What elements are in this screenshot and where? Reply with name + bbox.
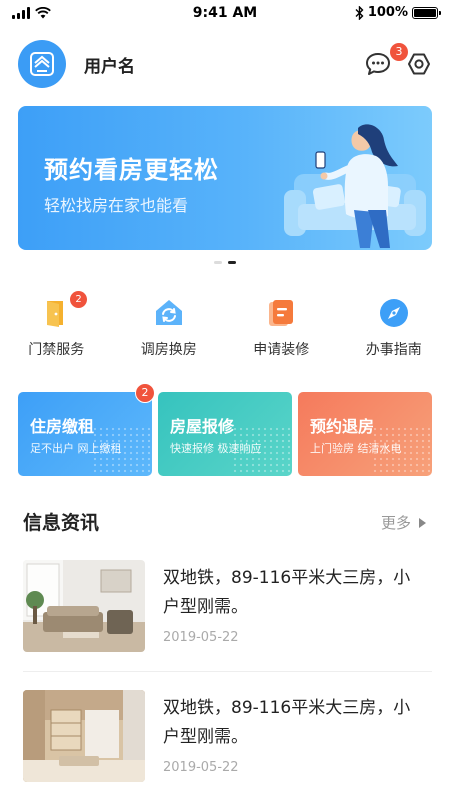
news-date: 2019-05-22 bbox=[163, 630, 239, 645]
card-title: 住房缴租 bbox=[30, 417, 95, 436]
service-label: 办事指南 bbox=[365, 342, 422, 358]
status-right: 100% bbox=[355, 5, 441, 20]
repair-request-card[interactable]: 房屋报修 快速报修 极速响应 bbox=[158, 392, 292, 476]
checkout-booking-card[interactable]: 预约退房 上门验房 结清水电 bbox=[298, 392, 432, 476]
header: 用户名 3 bbox=[18, 38, 432, 88]
news-headline: 双地铁，89-116平米大三房，小户型刚需。 bbox=[163, 568, 411, 617]
bluetooth-icon bbox=[355, 5, 364, 20]
door-icon bbox=[47, 301, 64, 327]
service-label: 申请装修 bbox=[253, 342, 310, 358]
banner-pagination bbox=[0, 261, 450, 264]
service-renovation[interactable]: 申请装修 bbox=[225, 297, 338, 359]
settings-icon bbox=[408, 53, 430, 75]
news-item[interactable]: 双地铁，89-116平米大三房，小户型刚需。 2019-05-22 bbox=[23, 560, 432, 655]
card-subtitle: 足不出户 网上缴租 bbox=[30, 442, 122, 455]
rent-payment-card[interactable]: 住房缴租 足不出户 网上缴租 bbox=[18, 392, 152, 476]
banner-title: 预约看房更轻松 bbox=[44, 156, 219, 184]
news-thumbnail bbox=[23, 690, 145, 782]
more-label: 更多 bbox=[380, 514, 411, 532]
study-room-image bbox=[23, 690, 145, 782]
news-section-header: 信息资讯 更多 bbox=[23, 508, 432, 536]
avatar[interactable] bbox=[18, 40, 66, 88]
chat-icon bbox=[366, 53, 390, 75]
building-logo-icon bbox=[30, 52, 54, 76]
battery-icon bbox=[412, 6, 441, 19]
news-date: 2019-05-22 bbox=[163, 760, 239, 775]
username[interactable]: 用户名 bbox=[84, 52, 135, 77]
service-badge: 2 bbox=[70, 291, 87, 308]
banner-subtitle: 轻松找房在家也能看 bbox=[44, 196, 189, 215]
living-room-image bbox=[23, 560, 145, 652]
feature-cards: 住房缴租 足不出户 网上缴租 房屋报修 快速报修 极速响应 预约退房 上门验房 … bbox=[18, 383, 432, 476]
service-label: 门禁服务 bbox=[28, 342, 85, 358]
pagination-dot-active[interactable] bbox=[228, 261, 236, 264]
status-bar: 9:41 AM 100% bbox=[0, 0, 450, 28]
news-item[interactable]: 双地铁，89-116平米大三房，小户型刚需。 2019-05-22 bbox=[23, 690, 432, 785]
more-link[interactable]: 更多 bbox=[381, 512, 426, 533]
service-label: 调房换房 bbox=[140, 342, 197, 358]
renovation-icon bbox=[269, 300, 294, 326]
compass-icon bbox=[379, 299, 408, 327]
messages-button[interactable] bbox=[364, 50, 392, 78]
pagination-dot[interactable] bbox=[214, 261, 222, 264]
promo-banner[interactable]: 预约看房更轻松 轻松找房在家也能看 bbox=[18, 106, 432, 250]
news-thumbnail bbox=[23, 560, 145, 652]
card-title: 房屋报修 bbox=[170, 417, 235, 436]
divider bbox=[23, 671, 432, 672]
banner-illustration bbox=[284, 124, 426, 248]
service-room-swap[interactable]: 调房换房 bbox=[113, 297, 226, 359]
card-subtitle: 上门验房 结清水电 bbox=[310, 442, 402, 455]
card-title: 预约退房 bbox=[310, 417, 375, 436]
section-title: 信息资讯 bbox=[23, 512, 100, 534]
settings-button[interactable] bbox=[406, 51, 432, 77]
rent-card-badge: 2 bbox=[135, 383, 155, 403]
quick-services: 2 门禁服务 调房换房 申请装修 办事指南 bbox=[0, 291, 450, 359]
service-access-control[interactable]: 2 门禁服务 bbox=[0, 291, 113, 359]
news-headline: 双地铁，89-116平米大三房，小户型刚需。 bbox=[163, 698, 411, 747]
service-guide[interactable]: 办事指南 bbox=[338, 297, 450, 359]
arrow-right-icon bbox=[419, 517, 426, 528]
house-swap-icon bbox=[155, 300, 182, 325]
card-subtitle: 快速报修 极速响应 bbox=[170, 442, 262, 455]
battery-percent: 100% bbox=[367, 5, 408, 20]
